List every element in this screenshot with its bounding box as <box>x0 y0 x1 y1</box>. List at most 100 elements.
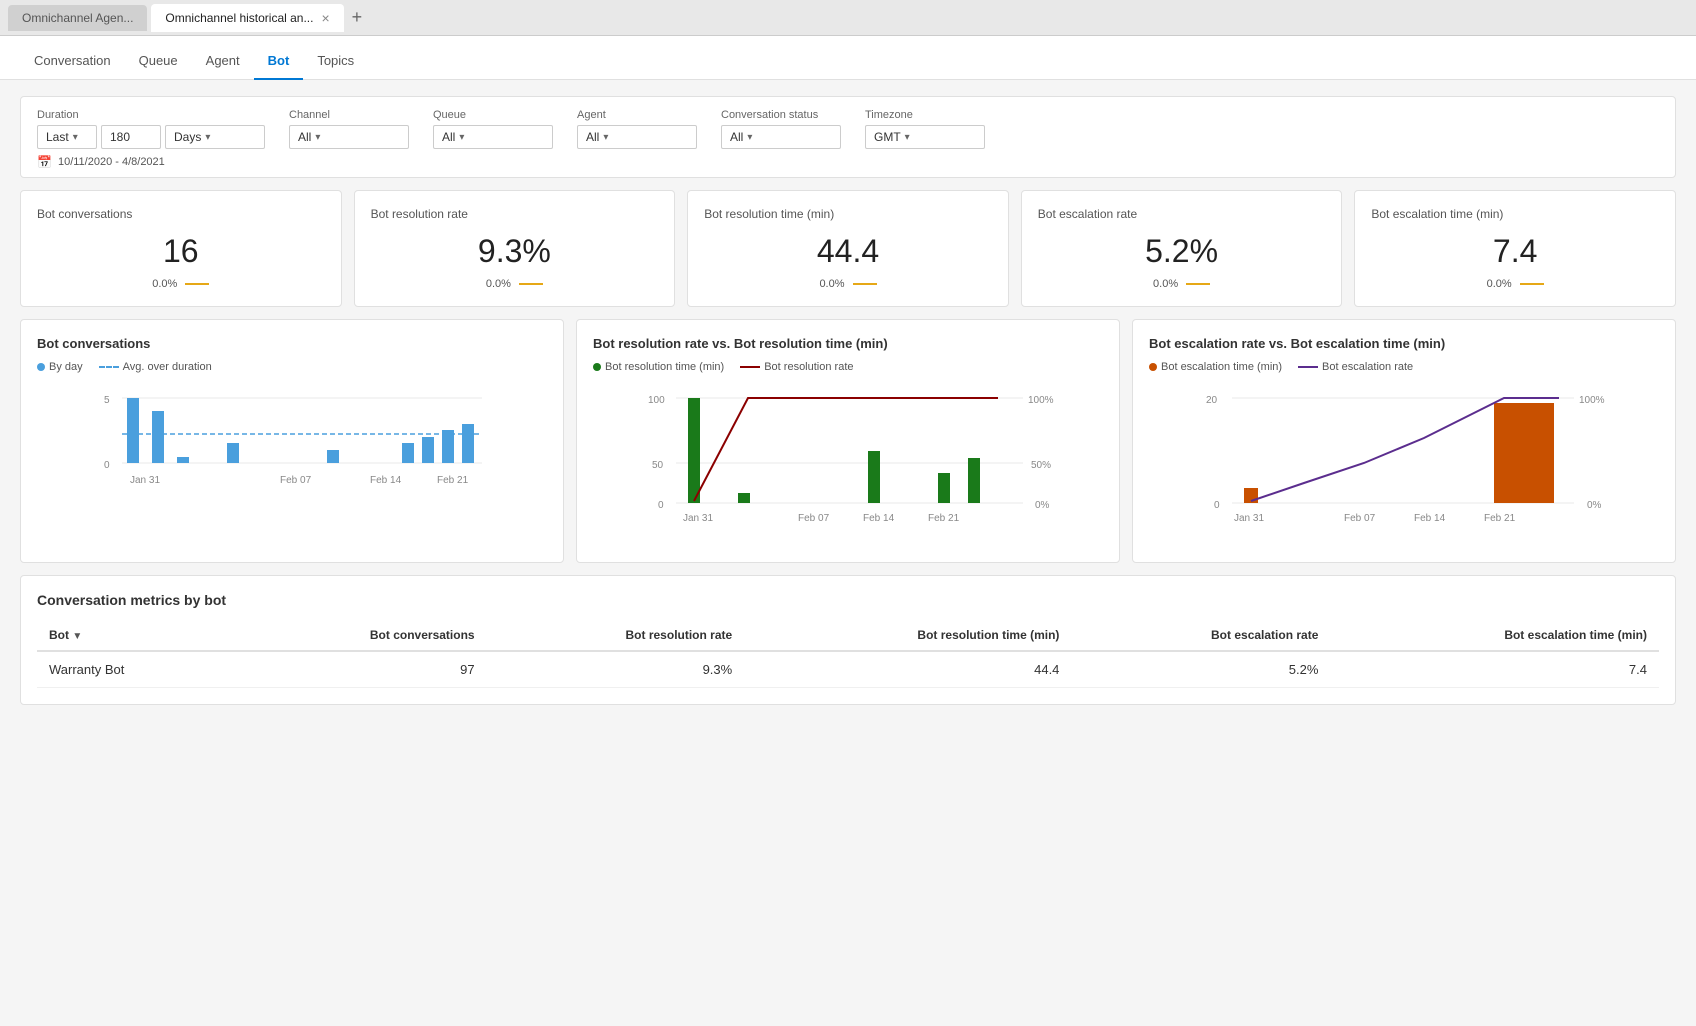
bar-15 <box>462 424 474 463</box>
legend-resolution-time-label: Bot resolution time (min) <box>605 361 724 373</box>
timezone-select[interactable]: GMT ▾ <box>865 125 985 149</box>
kpi-trend-line <box>519 283 543 285</box>
legend-escalation-rate-line <box>1298 366 1318 368</box>
chart-resolution-title: Bot resolution rate vs. Bot resolution t… <box>593 336 1103 351</box>
kpi-trend-line <box>1186 283 1210 285</box>
svg-text:Feb 07: Feb 07 <box>798 513 830 524</box>
browser-tabs: Omnichannel Agen... Omnichannel historic… <box>0 0 1696 36</box>
main-navigation: Conversation Queue Agent Bot Topics <box>0 36 1696 80</box>
bar-2 <box>152 411 164 463</box>
kpi-resolution-rate-value: 9.3% <box>371 233 659 270</box>
kpi-bot-escalation-time: Bot escalation time (min) 7.4 0.0% <box>1354 190 1676 307</box>
nav-topics[interactable]: Topics <box>303 43 368 80</box>
metrics-table: Bot ▼ Bot conversations Bot resolution r… <box>37 620 1659 688</box>
kpi-trend-line <box>185 283 209 285</box>
escalation-svg: 20 0 100% 0% Jan 31 <box>1149 383 1659 543</box>
table-row: Warranty Bot 97 9.3% 44.4 5.2% 7.4 <box>37 651 1659 688</box>
chevron-down-icon: ▾ <box>315 132 320 143</box>
kpi-bot-conversations: Bot conversations 16 0.0% <box>20 190 342 307</box>
th-bot-resolution-time: Bot resolution time (min) <box>744 620 1071 651</box>
kpi-bot-conversations-trend: 0.0% <box>152 278 177 290</box>
svg-text:100%: 100% <box>1028 395 1054 406</box>
kpi-escalation-rate-title: Bot escalation rate <box>1038 207 1326 221</box>
tab-close-button[interactable]: × <box>321 10 329 26</box>
kpi-escalation-time-title: Bot escalation time (min) <box>1371 207 1659 221</box>
duration-preset-select[interactable]: Last ▾ <box>37 125 97 149</box>
chart-escalation: Bot escalation rate vs. Bot escalation t… <box>1132 319 1676 563</box>
chevron-down-icon: ▾ <box>73 132 78 143</box>
legend-escalation-time-label: Bot escalation time (min) <box>1161 361 1282 373</box>
svg-text:0: 0 <box>1214 500 1220 511</box>
sort-icon[interactable]: ▼ <box>72 631 82 642</box>
queue-label: Queue <box>433 109 553 121</box>
chevron-down-icon: ▾ <box>747 132 752 143</box>
legend-avg-label: Avg. over duration <box>123 361 212 373</box>
bar-1 <box>127 398 139 463</box>
resolution-rate-line <box>694 398 998 501</box>
channel-label: Channel <box>289 109 409 121</box>
legend-resolution-time-dot <box>593 363 601 371</box>
legend-by-day-dot <box>37 363 45 371</box>
chevron-down-icon: ▾ <box>459 132 464 143</box>
agent-select[interactable]: All ▾ <box>577 125 697 149</box>
kpi-bot-conversations-title: Bot conversations <box>37 207 325 221</box>
chart-escalation-title: Bot escalation rate vs. Bot escalation t… <box>1149 336 1659 351</box>
escalation-chart-area: 20 0 100% 0% Jan 31 <box>1149 383 1659 546</box>
bar-9 <box>327 450 339 463</box>
kpi-escalation-rate-value: 5.2% <box>1038 233 1326 270</box>
duration-unit-select[interactable]: Days ▾ <box>165 125 265 149</box>
table-header-row: Bot ▼ Bot conversations Bot resolution r… <box>37 620 1659 651</box>
queue-select[interactable]: All ▾ <box>433 125 553 149</box>
channel-select[interactable]: All ▾ <box>289 125 409 149</box>
svg-text:5: 5 <box>104 395 110 406</box>
chart-escalation-legend: Bot escalation time (min) Bot escalation… <box>1149 361 1659 373</box>
channel-filter: Channel All ▾ <box>289 109 409 149</box>
svg-text:Feb 21: Feb 21 <box>928 513 960 524</box>
table-title: Conversation metrics by bot <box>37 592 1659 608</box>
nav-conversation[interactable]: Conversation <box>20 43 125 80</box>
tab-inactive[interactable]: Omnichannel Agen... <box>8 5 147 31</box>
td-resolution-time: 44.4 <box>744 651 1071 688</box>
svg-text:0%: 0% <box>1035 500 1050 511</box>
svg-text:Feb 07: Feb 07 <box>280 475 312 486</box>
tab-active[interactable]: Omnichannel historical an... × <box>151 4 343 32</box>
resolution-chart-area: 100 50 0 100% 50% 0% <box>593 383 1103 546</box>
bar-12 <box>402 443 414 463</box>
kpi-row: Bot conversations 16 0.0% Bot resolution… <box>20 190 1676 307</box>
chevron-down-icon: ▾ <box>205 132 210 143</box>
nav-queue[interactable]: Queue <box>125 43 192 80</box>
svg-text:Feb 14: Feb 14 <box>863 513 895 524</box>
svg-text:50%: 50% <box>1031 460 1051 471</box>
th-bot-escalation-rate: Bot escalation rate <box>1071 620 1330 651</box>
conversation-metrics-table-card: Conversation metrics by bot Bot ▼ Bot co… <box>20 575 1676 705</box>
legend-escalation-time-dot <box>1149 363 1157 371</box>
svg-text:0%: 0% <box>1587 500 1602 511</box>
nav-bot[interactable]: Bot <box>254 43 304 80</box>
chart-bot-conversations-title: Bot conversations <box>37 336 547 351</box>
th-bot-resolution-rate: Bot resolution rate <box>487 620 745 651</box>
svg-text:100: 100 <box>648 395 665 406</box>
bot-conversations-svg: 5 0 <box>37 383 547 543</box>
conversation-status-filter: Conversation status All ▾ <box>721 109 841 149</box>
bar-13 <box>422 437 434 463</box>
bar-14 <box>442 430 454 463</box>
tab-active-label: Omnichannel historical an... <box>165 11 313 25</box>
svg-text:Feb 21: Feb 21 <box>437 475 469 486</box>
svg-text:Feb 14: Feb 14 <box>370 475 402 486</box>
new-tab-button[interactable]: + <box>348 7 367 28</box>
charts-row: Bot conversations By day Avg. over durat… <box>20 319 1676 563</box>
kpi-bot-resolution-rate: Bot resolution rate 9.3% 0.0% <box>354 190 676 307</box>
filter-bar: Duration Last ▾ 180 Days ▾ <box>20 96 1676 178</box>
agent-filter: Agent All ▾ <box>577 109 697 149</box>
chevron-down-icon: ▾ <box>603 132 608 143</box>
nav-agent[interactable]: Agent <box>192 43 254 80</box>
kpi-bot-escalation-rate: Bot escalation rate 5.2% 0.0% <box>1021 190 1343 307</box>
res-bar-5 <box>968 458 980 503</box>
svg-text:100%: 100% <box>1579 395 1605 406</box>
bar-3 <box>177 457 189 463</box>
conversation-status-select[interactable]: All ▾ <box>721 125 841 149</box>
kpi-trend-line <box>1520 283 1544 285</box>
resolution-svg: 100 50 0 100% 50% 0% <box>593 383 1103 543</box>
td-escalation-time: 7.4 <box>1330 651 1659 688</box>
duration-value-input[interactable]: 180 <box>101 125 161 149</box>
